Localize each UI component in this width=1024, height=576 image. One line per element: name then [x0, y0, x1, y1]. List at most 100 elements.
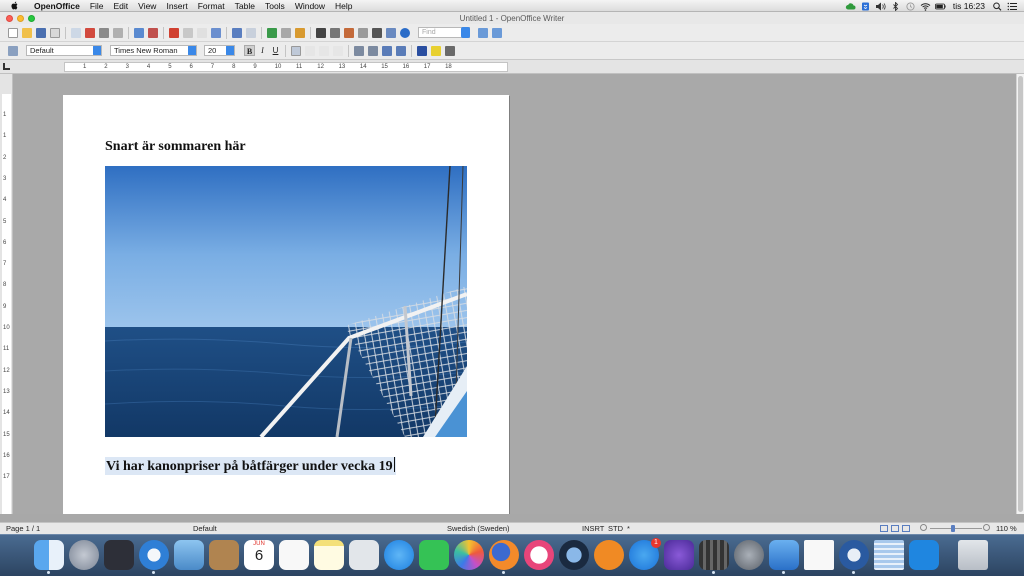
- help-icon[interactable]: [400, 27, 410, 38]
- find-previous-icon[interactable]: [492, 27, 502, 38]
- formatting-marks-icon[interactable]: [372, 27, 382, 38]
- font-color-icon[interactable]: [417, 45, 427, 56]
- align-center-icon[interactable]: [305, 45, 315, 56]
- dock-notes-icon[interactable]: [314, 540, 344, 570]
- highlighting-icon[interactable]: [431, 45, 441, 56]
- vertical-scrollbar-thumb[interactable]: [1018, 76, 1023, 512]
- find-next-icon[interactable]: [478, 27, 488, 38]
- zoom-slider-track[interactable]: [930, 528, 982, 529]
- selection-mode[interactable]: STD: [608, 524, 623, 534]
- vertical-scrollbar[interactable]: [1016, 74, 1024, 514]
- dock-firefox-icon[interactable]: [489, 540, 519, 574]
- dock-ibooks-icon[interactable]: [594, 540, 624, 570]
- single-page-view-icon[interactable]: [880, 525, 888, 532]
- decrease-indent-icon[interactable]: [382, 45, 392, 56]
- book-view-icon[interactable]: [902, 525, 910, 532]
- minimize-window-button[interactable]: [17, 14, 24, 22]
- align-left-icon[interactable]: [291, 45, 301, 56]
- styles-formatting-icon[interactable]: [8, 45, 18, 56]
- apple-icon[interactable]: [9, 1, 21, 10]
- open-folder-icon[interactable]: [22, 27, 32, 38]
- zoom-in-icon[interactable]: [983, 524, 990, 531]
- dock-teamviewer-icon[interactable]: [909, 540, 939, 570]
- dock-imovie-theater-icon[interactable]: [664, 540, 694, 570]
- wifi-icon[interactable]: [920, 2, 931, 11]
- zoom-window-button[interactable]: [28, 14, 35, 22]
- edit-file-icon[interactable]: [71, 27, 81, 38]
- tab-stop-selector-icon[interactable]: [3, 63, 10, 70]
- menu-format[interactable]: Format: [193, 0, 230, 12]
- data-sources-icon[interactable]: [358, 27, 368, 38]
- dock-messages-icon[interactable]: [384, 540, 414, 570]
- dock-itunes-icon[interactable]: [524, 540, 554, 570]
- zoom-out-icon[interactable]: [920, 524, 927, 531]
- font-size-dropdown[interactable]: [226, 46, 234, 55]
- spotlight-search-icon[interactable]: [992, 2, 1003, 11]
- italic-button[interactable]: I: [257, 45, 268, 56]
- document-subline[interactable]: Vi har kanonpriser på båtfärger under ve…: [105, 457, 396, 475]
- hyperlink-icon[interactable]: [267, 27, 277, 38]
- dock-thunderbird-icon[interactable]: [839, 540, 869, 574]
- cloud-icon[interactable]: [845, 2, 856, 11]
- document-page[interactable]: Snart är sommaren här Vi har kanonpriser…: [63, 95, 509, 514]
- dock-launchpad-icon[interactable]: [69, 540, 99, 570]
- bullets-icon[interactable]: [368, 45, 378, 56]
- show-draw-functions-icon[interactable]: [295, 27, 305, 38]
- insert-mode[interactable]: INSRT: [582, 524, 604, 534]
- notification-center-icon[interactable]: [1007, 2, 1018, 11]
- gallery-icon[interactable]: [344, 27, 354, 38]
- email-icon[interactable]: [50, 27, 60, 38]
- dropbox-icon[interactable]: [860, 2, 871, 11]
- font-name-select[interactable]: Times New Roman: [110, 45, 197, 56]
- multi-page-view-icon[interactable]: [891, 525, 899, 532]
- background-color-icon[interactable]: [445, 45, 455, 56]
- underline-button[interactable]: U: [270, 45, 281, 56]
- font-size-select[interactable]: 20: [204, 45, 235, 56]
- undo-icon[interactable]: [232, 27, 242, 38]
- menu-bar-clock[interactable]: tis 16:23: [953, 1, 985, 11]
- menu-table[interactable]: Table: [230, 0, 260, 12]
- dock-calendar-icon[interactable]: JUN 6: [244, 540, 274, 570]
- find-replace-icon[interactable]: [316, 27, 326, 38]
- find-dropdown-button[interactable]: [461, 27, 470, 38]
- dock-reminders-icon[interactable]: [279, 540, 309, 570]
- spellcheck-icon[interactable]: [134, 27, 144, 38]
- horizontal-ruler[interactable]: 1 2 3 4 5 6 7 8 9 10 11 12 13 14 15 16 17 18: [64, 62, 508, 72]
- dock-document-icon[interactable]: [804, 540, 834, 570]
- dock-openoffice-icon[interactable]: [769, 540, 799, 574]
- dock-facetime-icon[interactable]: [419, 540, 449, 570]
- app-menu-openoffice[interactable]: OpenOffice: [29, 0, 85, 12]
- dock-quicktime-icon[interactable]: [559, 540, 589, 570]
- export-pdf-icon[interactable]: [85, 27, 95, 38]
- dock-imovie-icon[interactable]: [699, 540, 729, 574]
- dock-trash-icon[interactable]: [958, 540, 988, 570]
- numbering-icon[interactable]: [354, 45, 364, 56]
- zoom-level[interactable]: 110 %: [996, 524, 1017, 534]
- sailboat-sea-photo[interactable]: [105, 166, 467, 437]
- dock-system-preferences-icon[interactable]: [734, 540, 764, 570]
- dock-textedit-icon[interactable]: [874, 540, 904, 570]
- menu-help[interactable]: Help: [330, 0, 357, 12]
- vertical-ruler[interactable]: 1 1 2 3 4 5 6 7 8 9 10 11 12 13 14 15 16 17: [0, 74, 13, 514]
- zoom-icon[interactable]: [386, 27, 396, 38]
- zoom-slider-thumb[interactable]: [951, 525, 955, 532]
- menu-view[interactable]: View: [133, 0, 161, 12]
- table-icon[interactable]: [281, 27, 291, 38]
- dock-finder-icon[interactable]: [34, 540, 64, 574]
- dock-preview-icon[interactable]: [174, 540, 204, 570]
- page-style[interactable]: Default: [193, 524, 217, 534]
- cut-icon[interactable]: [169, 27, 179, 38]
- menu-edit[interactable]: Edit: [109, 0, 134, 12]
- menu-tools[interactable]: Tools: [260, 0, 290, 12]
- find-input[interactable]: Find: [418, 27, 470, 38]
- justify-icon[interactable]: [333, 45, 343, 56]
- menu-insert[interactable]: Insert: [161, 0, 192, 12]
- dock-mission-control-icon[interactable]: [104, 540, 134, 570]
- menu-window[interactable]: Window: [290, 0, 330, 12]
- align-right-icon[interactable]: [319, 45, 329, 56]
- print-preview-icon[interactable]: [113, 27, 123, 38]
- clone-formatting-icon[interactable]: [211, 27, 221, 38]
- paste-icon[interactable]: [197, 27, 207, 38]
- dock-photo-booth-icon[interactable]: [349, 540, 379, 570]
- page-count[interactable]: Page 1 / 1: [6, 524, 40, 534]
